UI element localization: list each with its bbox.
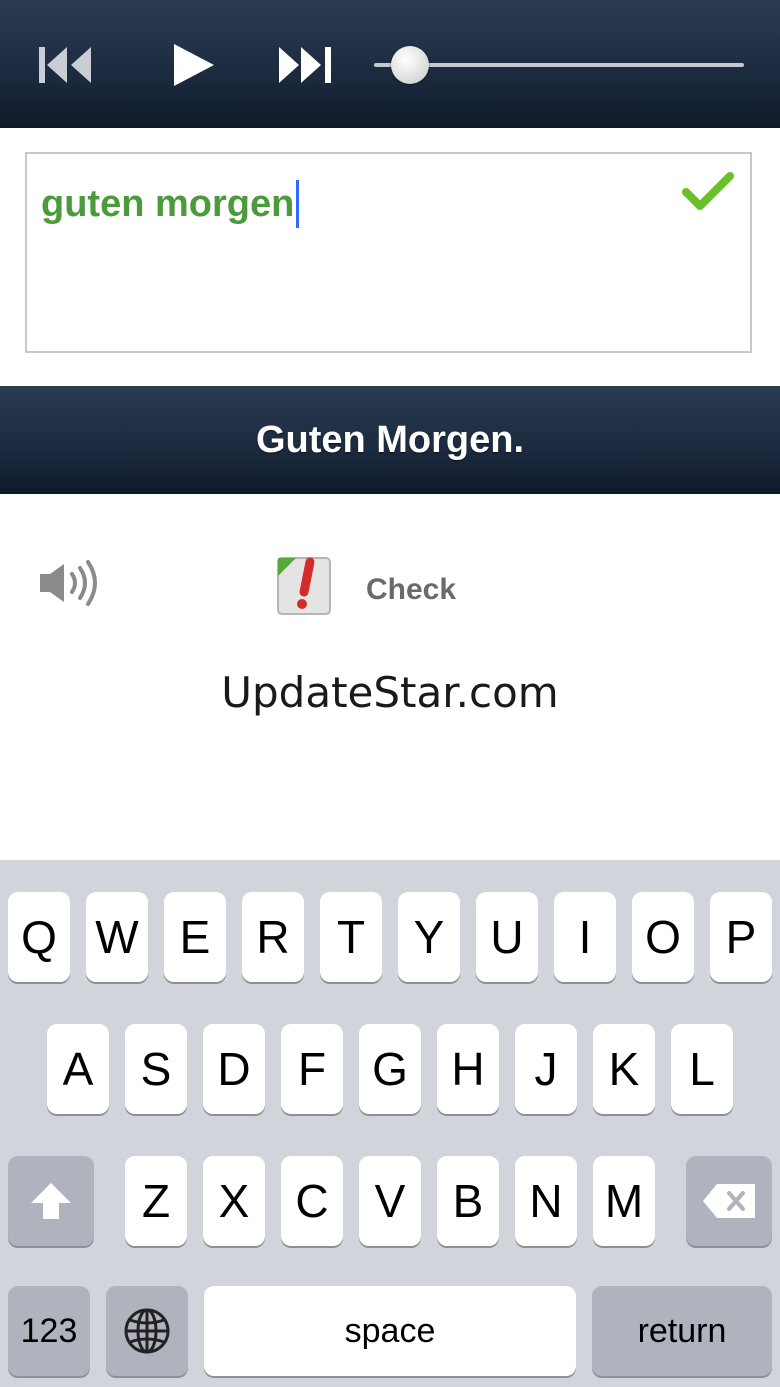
watermark-text: UpdateStar.com	[221, 668, 559, 717]
globe-icon	[124, 1308, 170, 1354]
key-f[interactable]: F	[281, 1024, 343, 1114]
answer-input[interactable]: guten morgen	[25, 152, 752, 353]
skip-forward-icon	[279, 47, 331, 83]
globe-key[interactable]	[106, 1286, 188, 1376]
key-h[interactable]: H	[437, 1024, 499, 1114]
answer-value: guten morgen	[41, 182, 295, 225]
key-p[interactable]: P	[710, 892, 772, 982]
key-n[interactable]: N	[515, 1156, 577, 1246]
space-key[interactable]: space	[204, 1286, 576, 1376]
numbers-key[interactable]: 123	[8, 1286, 90, 1376]
key-k[interactable]: K	[593, 1024, 655, 1114]
answer-text: guten morgen	[41, 180, 300, 228]
speaker-button[interactable]	[36, 556, 106, 610]
key-e[interactable]: E	[164, 892, 226, 982]
text-caret	[296, 180, 300, 228]
key-o[interactable]: O	[632, 892, 694, 982]
return-key[interactable]: return	[592, 1286, 772, 1376]
shift-key[interactable]	[8, 1156, 94, 1246]
key-z[interactable]: Z	[125, 1156, 187, 1246]
slider-track	[374, 63, 744, 67]
check-button[interactable]: Check	[274, 550, 456, 620]
key-b[interactable]: B	[437, 1156, 499, 1246]
key-t[interactable]: T	[320, 892, 382, 982]
key-r[interactable]: R	[242, 892, 304, 982]
key-i[interactable]: I	[554, 892, 616, 982]
skip-back-icon	[39, 47, 91, 83]
key-x[interactable]: X	[203, 1156, 265, 1246]
on-screen-keyboard: 123 space return QWERTYUIOP ASDFGHJKL ZXCV…	[0, 860, 780, 1387]
key-q[interactable]: Q	[8, 892, 70, 982]
play-icon	[174, 44, 214, 86]
key-d[interactable]: D	[203, 1024, 265, 1114]
key-w[interactable]: W	[86, 892, 148, 982]
play-button[interactable]	[158, 30, 228, 100]
key-j[interactable]: J	[515, 1024, 577, 1114]
media-player-bar	[0, 0, 780, 128]
key-c[interactable]: C	[281, 1156, 343, 1246]
audio-progress-slider[interactable]	[374, 46, 744, 84]
key-m[interactable]: M	[593, 1156, 655, 1246]
checkmark-icon	[682, 172, 734, 210]
skip-forward-button[interactable]	[270, 30, 340, 100]
check-exclamation-icon	[277, 557, 331, 615]
key-u[interactable]: U	[476, 892, 538, 982]
solution-text: Guten Morgen.	[255, 418, 525, 461]
key-v[interactable]: V	[359, 1156, 421, 1246]
skip-back-button[interactable]	[30, 30, 100, 100]
key-y[interactable]: Y	[398, 892, 460, 982]
backspace-icon	[703, 1184, 755, 1218]
speaker-icon	[40, 560, 97, 606]
shift-arrow-icon	[31, 1183, 71, 1219]
key-l[interactable]: L	[671, 1024, 733, 1114]
slider-thumb[interactable]	[390, 46, 429, 84]
key-s[interactable]: S	[125, 1024, 187, 1114]
key-a[interactable]: A	[47, 1024, 109, 1114]
backspace-key[interactable]	[686, 1156, 772, 1246]
solution-bar: Guten Morgen.	[0, 386, 780, 494]
check-label: Check	[366, 573, 457, 606]
key-g[interactable]: G	[359, 1024, 421, 1114]
